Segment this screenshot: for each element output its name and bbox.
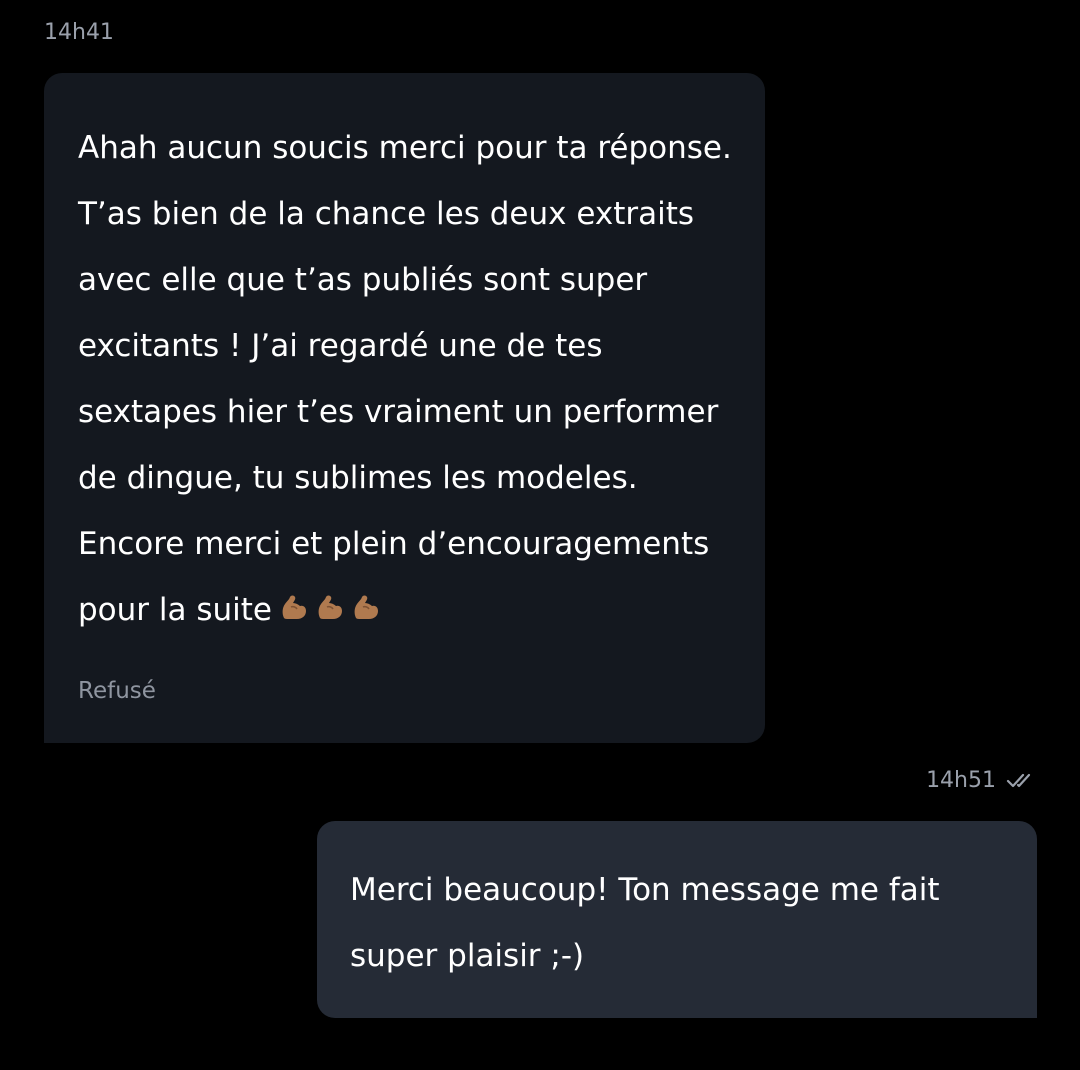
outgoing-message-bubble[interactable]: Merci beaucoup! Ton message me fait supe… [317, 821, 1037, 1018]
outgoing-timestamp-row: 14h51 [926, 768, 1036, 793]
incoming-timestamp: 14h41 [44, 20, 114, 45]
flexed-biceps-icon [282, 595, 306, 619]
incoming-message-text: Ahah aucun soucis merci pour ta réponse.… [78, 115, 733, 643]
incoming-message-bubble[interactable]: Ahah aucun soucis merci pour ta réponse.… [44, 73, 765, 743]
emoji-group [278, 592, 382, 624]
flexed-biceps-icon [318, 595, 342, 619]
outgoing-timestamp: 14h51 [926, 768, 996, 793]
double-check-icon [1006, 773, 1031, 787]
outgoing-message-text: Merci beaucoup! Ton message me fait supe… [350, 872, 940, 974]
flexed-biceps-icon [354, 595, 378, 619]
incoming-message-body: Ahah aucun soucis merci pour ta réponse.… [78, 130, 732, 628]
message-status-label: Refusé [78, 678, 156, 704]
